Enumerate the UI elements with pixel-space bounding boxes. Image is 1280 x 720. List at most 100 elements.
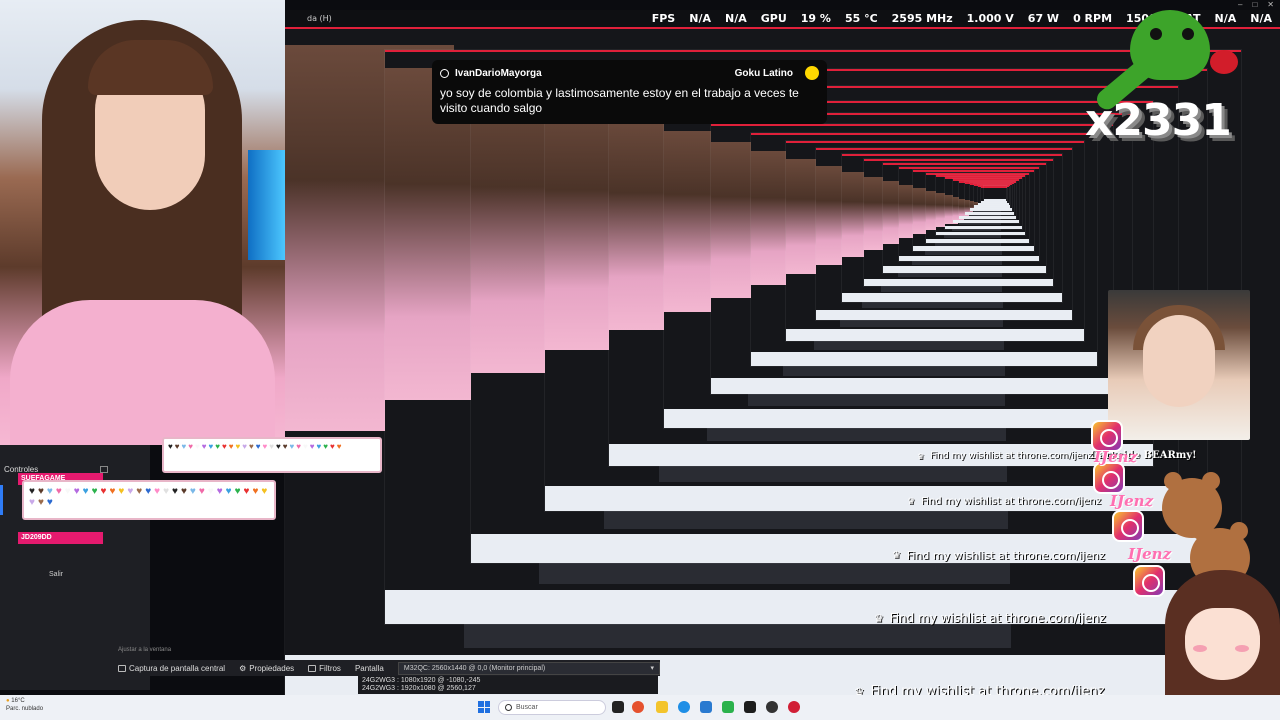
heart-emote-icon[interactable]: ♥: [188, 443, 193, 451]
heart-emote-icon[interactable]: ♥: [244, 487, 250, 497]
heart-emote-icon[interactable]: ♥: [217, 487, 223, 497]
heart-emote-icon[interactable]: ♥: [47, 487, 53, 497]
taskbar-search[interactable]: Buscar: [498, 700, 606, 715]
nested-toolbar: [747, 393, 1006, 406]
heart-emote-icon[interactable]: ♥: [296, 443, 301, 451]
maximize-icon[interactable]: □: [1252, 0, 1257, 10]
search-placeholder: Buscar: [516, 704, 538, 711]
heart-emote-icon[interactable]: ♥: [252, 487, 258, 497]
heart-emote-icon[interactable]: ♥: [242, 443, 247, 451]
dropdown-option[interactable]: 24G2WG3 : 1920x1080 @ 2560,127: [362, 685, 654, 693]
heart-emote-icon[interactable]: ♥: [290, 443, 295, 451]
filters-button[interactable]: Filtros: [308, 664, 341, 673]
heart-emote-icon[interactable]: ♥: [109, 487, 115, 497]
browser-icon[interactable]: [632, 701, 644, 713]
nested-taskbar: [841, 293, 1062, 302]
heart-emote-icon[interactable]: ♥: [29, 498, 35, 508]
display-capture-button[interactable]: Captura de pantalla central: [118, 664, 225, 673]
heart-emote-icon[interactable]: ♥: [136, 487, 142, 497]
app-icon[interactable]: [722, 701, 734, 713]
heart-emote-icon[interactable]: ♥: [276, 443, 281, 451]
heart-emote-icon[interactable]: ♥: [215, 443, 220, 451]
minimize-icon[interactable]: –: [1238, 0, 1242, 10]
chrome-icon[interactable]: [788, 701, 800, 713]
heart-emote-icon[interactable]: ♥: [303, 443, 308, 451]
heart-emote-icon[interactable]: ♥: [310, 443, 315, 451]
heart-emote-icon[interactable]: ♥: [172, 487, 178, 497]
heart-emote-icon[interactable]: ♥: [337, 443, 342, 451]
heart-emote-icon[interactable]: ♥: [269, 443, 274, 451]
heart-emote-icon[interactable]: ♥: [222, 443, 227, 451]
windows-start-icon[interactable]: [478, 701, 490, 713]
nested-taskbar: [663, 408, 1132, 428]
heart-emote-icon[interactable]: ♥: [145, 487, 151, 497]
heart-emote-icon[interactable]: ♥: [38, 498, 44, 508]
heart-emote-icon[interactable]: ♥: [38, 487, 44, 497]
heart-emote-icon[interactable]: ♥: [226, 487, 232, 497]
heart-emote-icon[interactable]: ♥: [236, 443, 241, 451]
exit-button[interactable]: Salir: [0, 571, 112, 578]
heart-emote-icon[interactable]: ♥: [175, 443, 180, 451]
undock-icon[interactable]: [100, 465, 108, 473]
dropdown-option[interactable]: 24G2WG3 : 1080x1920 @ -1080,-245: [362, 677, 654, 685]
monitor-icon: [118, 664, 126, 672]
heart-emote-icon[interactable]: ♥: [263, 443, 268, 451]
chat-channel: Goku Latino: [734, 67, 793, 79]
heart-emote-icon[interactable]: ♥: [92, 487, 98, 497]
heart-emote-icon[interactable]: ♥: [235, 487, 241, 497]
nested-taskbar: [816, 309, 1073, 320]
heart-emote-icon[interactable]: ♥: [181, 487, 187, 497]
heart-emote-icon[interactable]: ♥: [154, 487, 160, 497]
heart-emote-icon[interactable]: ♥: [182, 443, 187, 451]
heart-emote-icon[interactable]: ♥: [47, 498, 53, 508]
store-icon[interactable]: [700, 701, 712, 713]
tab-jd209dd[interactable]: JD209DD: [18, 532, 103, 544]
heart-emote-icon[interactable]: ♥: [29, 487, 35, 497]
heart-emote-icon[interactable]: ♥: [56, 487, 62, 497]
heart-emote-icon[interactable]: ♥: [83, 487, 89, 497]
heart-emote-icon[interactable]: ♥: [208, 487, 214, 497]
user-icon: [440, 68, 449, 78]
heart-emote-icon[interactable]: ♥: [229, 443, 234, 451]
heart-emote-icon[interactable]: ♥: [283, 443, 288, 451]
heart-emote-icon[interactable]: ♥: [256, 443, 261, 451]
heart-emote-icon[interactable]: ♥: [199, 487, 205, 497]
chevron-down-icon: ▾: [650, 665, 654, 672]
fps-label: FPS: [651, 12, 676, 25]
edge-icon[interactable]: [678, 701, 690, 713]
heart-emote-icon[interactable]: ♥: [163, 487, 169, 497]
heart-emote-icon[interactable]: ♥: [249, 443, 254, 451]
heart-emote-icon[interactable]: ♥: [118, 487, 124, 497]
heart-emote-icon[interactable]: ♥: [261, 487, 267, 497]
nested-taskbar: [863, 278, 1054, 287]
heart-emote-icon[interactable]: ♥: [101, 487, 107, 497]
nested-taskbar: [710, 378, 1114, 395]
weather-temp: 16°C: [11, 698, 25, 704]
screen-select[interactable]: M32QC: 2560x1440 @ 0,0 (Monitor principa…: [397, 661, 660, 675]
weather-widget[interactable]: ● 16°C Parc. nublado: [6, 697, 43, 713]
heart-emote-icon[interactable]: ♥: [127, 487, 133, 497]
heart-emote-icon[interactable]: ♥: [330, 443, 335, 451]
channel-avatar: [805, 66, 819, 80]
task-view-icon[interactable]: [612, 701, 624, 713]
crown-icon: ♛: [907, 496, 916, 507]
properties-button[interactable]: ⚙ Propiedades: [239, 664, 294, 673]
heart-emote-icon[interactable]: ♥: [209, 443, 214, 451]
nested-taskbar: [786, 329, 1084, 342]
heart-emote-icon[interactable]: ♥: [323, 443, 328, 451]
heart-emote-icon[interactable]: ♥: [190, 487, 196, 497]
wishlist-text: Find my wishlist at throne.com/ijenz: [921, 496, 1102, 507]
source-toolbar: Captura de pantalla central ⚙ Propiedades…: [110, 660, 660, 676]
heart-emote-icon[interactable]: ♥: [168, 443, 173, 451]
heart-emote-icon[interactable]: ♥: [195, 443, 200, 451]
obs-icon[interactable]: [766, 701, 778, 713]
heart-emote-icon[interactable]: ♥: [202, 443, 207, 451]
heart-emote-icon[interactable]: ♥: [65, 487, 71, 497]
terminal-icon[interactable]: [744, 701, 756, 713]
close-icon[interactable]: ✕: [1267, 0, 1274, 10]
heart-emote-icon[interactable]: ♥: [317, 443, 322, 451]
fit-window-label[interactable]: Ajustar a la ventana: [118, 647, 171, 653]
heart-emote-icon[interactable]: ♥: [74, 487, 80, 497]
nested-taskbar: [969, 208, 1012, 212]
file-explorer-icon[interactable]: [656, 701, 668, 713]
